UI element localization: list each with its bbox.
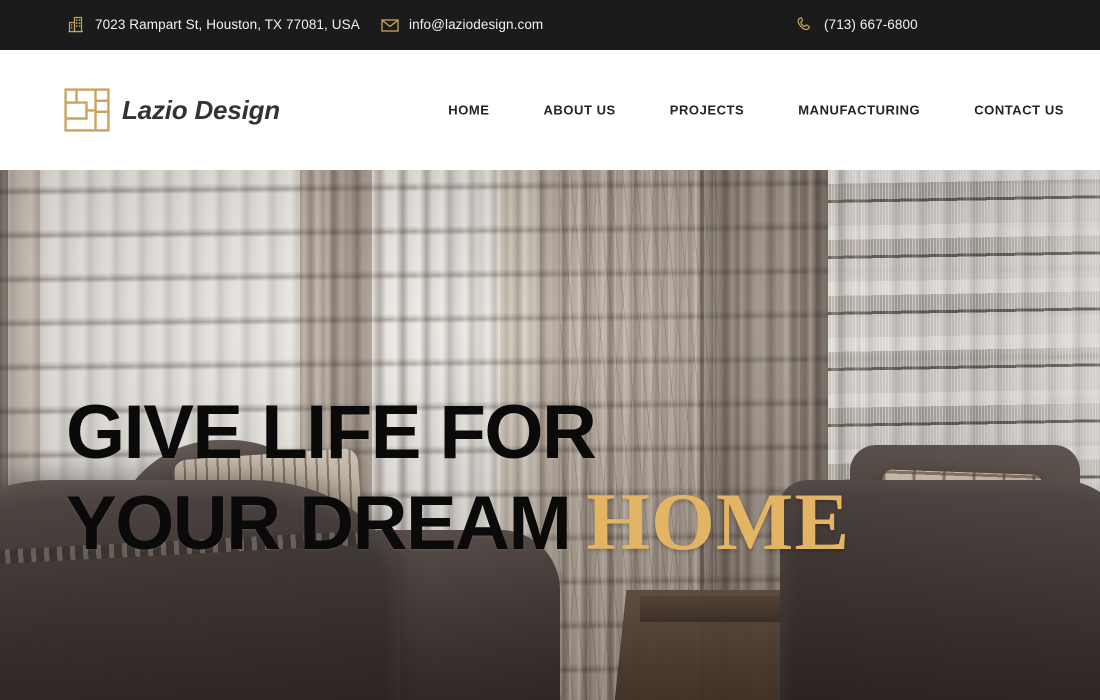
- topbar-phone[interactable]: (713) 667-6800: [795, 15, 918, 35]
- nav-item-about-us[interactable]: ABOUT US: [543, 98, 615, 123]
- hero-headline-accent-word: HOME: [586, 476, 851, 567]
- phone-text: (713) 667-6800: [824, 17, 918, 33]
- main-navigation: HOME ABOUT US PROJECTS MANUFACTURING CON…: [448, 98, 1064, 123]
- hero-headline-text-1: GIVE LIFE FOR: [66, 390, 597, 475]
- topbar-email[interactable]: info@laziodesign.com: [380, 15, 543, 35]
- nav-item-manufacturing[interactable]: MANUFACTURING: [798, 98, 920, 123]
- nav-item-home[interactable]: HOME: [448, 98, 489, 123]
- email-text: info@laziodesign.com: [409, 17, 544, 33]
- nav-item-contact-us[interactable]: CONTACT US: [974, 98, 1064, 123]
- top-utility-bar: 7023 Rampart St, Houston, TX 77081, USA …: [0, 0, 1100, 50]
- hero-section: GIVE LIFE FOR YOUR DREAM HOME: [0, 170, 1100, 700]
- site-header: Lazio Design HOME ABOUT US PROJECTS MANU…: [0, 50, 1100, 170]
- brand-name: Lazio Design: [122, 95, 280, 125]
- hero-headline-line-1: GIVE LIFE FOR: [66, 388, 850, 477]
- nav-item-projects[interactable]: PROJECTS: [670, 98, 744, 123]
- address-text: 7023 Rampart St, Houston, TX 77081, USA: [95, 17, 360, 33]
- topbar-address: 7023 Rampart St, Houston, TX 77081, USA: [66, 15, 360, 35]
- floorplan-grid-logo-icon: [64, 88, 110, 132]
- hero-headline-line-2: YOUR DREAM HOME: [66, 477, 850, 568]
- brand-logo[interactable]: Lazio Design: [64, 88, 280, 132]
- envelope-icon: [380, 15, 400, 35]
- hero-copy: GIVE LIFE FOR YOUR DREAM HOME: [66, 388, 850, 568]
- phone-icon: [795, 15, 815, 35]
- building-icon: [66, 15, 86, 35]
- hero-headline-text-2: YOUR DREAM: [66, 481, 572, 566]
